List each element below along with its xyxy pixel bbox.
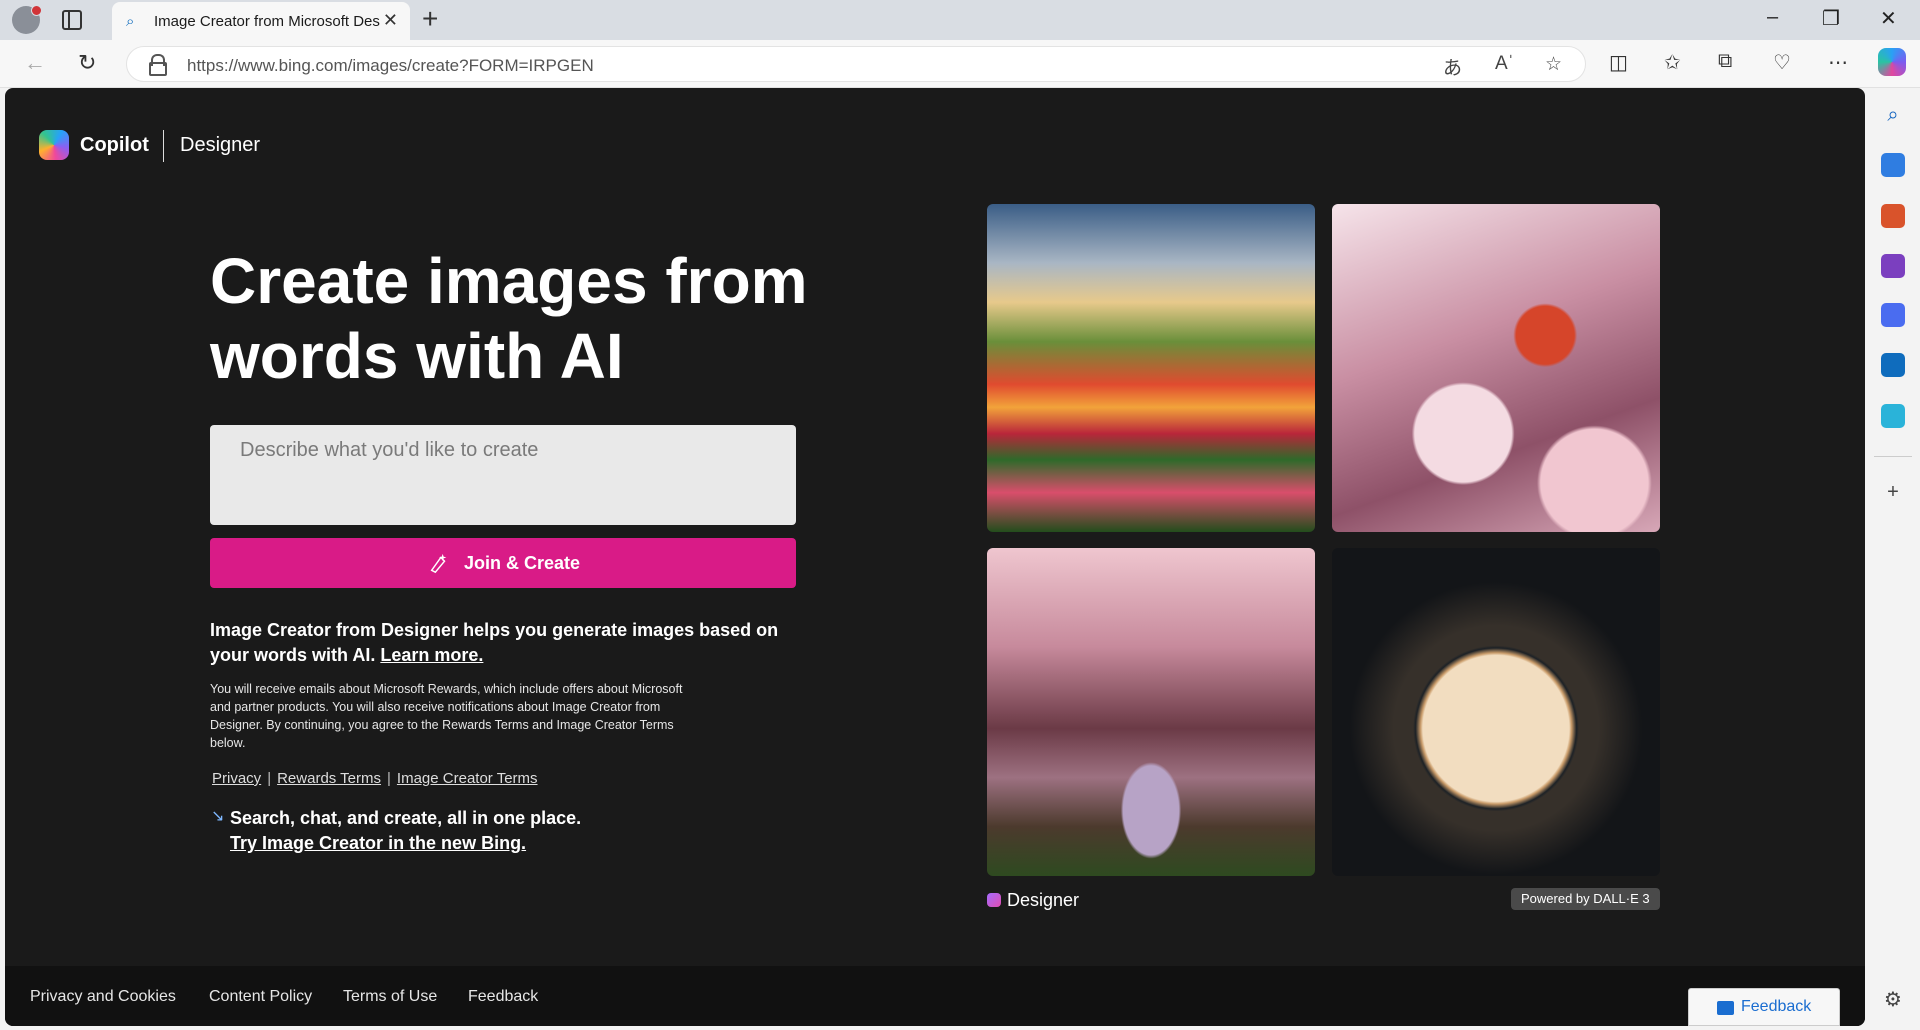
footer-terms-link[interactable]: Terms of Use [343,988,437,1006]
browser-tab[interactable]: ⌕ Image Creator from Microsoft Designer … [112,2,410,40]
close-window-icon[interactable]: ✕ [1880,6,1897,31]
refresh-icon[interactable]: ↻ [78,50,96,76]
feedback-icon [1717,1001,1734,1015]
page-content: Copilot Designer Create images from word… [5,88,1865,1026]
address-bar-row: ← ↻ https://www.bing.com/images/create?F… [0,40,1920,88]
brand-product: Designer [180,134,261,156]
translate-icon[interactable]: あ [1443,53,1462,80]
fine-print: You will receive emails about Microsoft … [210,682,683,750]
browser-essentials-icon[interactable]: ♡ [1773,50,1791,75]
arrow-icon: ↘ [211,808,225,825]
copilot-logo-icon [39,130,69,160]
games-icon[interactable] [1881,254,1905,278]
read-aloud-icon[interactable]: Aˈ [1495,53,1514,75]
back-icon[interactable]: ← [24,50,46,76]
search-icon[interactable]: ⌕ [1881,103,1905,127]
tab-close-icon[interactable]: ✕ [383,10,398,31]
split-screen-icon[interactable]: ◫ [1609,50,1628,75]
description: Image Creator from Designer helps you ge… [210,618,790,668]
description-text: Image Creator from Designer helps you ge… [210,620,779,665]
privacy-link[interactable]: Privacy [212,770,261,787]
brand-name: Copilot [80,134,149,156]
image-creator-terms-link[interactable]: Image Creator Terms [397,770,538,787]
prompt-input[interactable] [210,425,796,525]
microsoft-365-icon[interactable] [1881,303,1905,327]
footer-privacy-link[interactable]: Privacy and Cookies [30,988,176,1006]
hero-title: Create images from words with AI [210,245,808,392]
settings-gear-icon[interactable]: ⚙ [1881,988,1905,1012]
butterfly-blossom-image [1332,204,1660,532]
footer-feedback-link[interactable]: Feedback [468,988,538,1006]
join-create-label: Join & Create [464,553,581,573]
designer-label: Designer [1007,890,1080,910]
rewards-terms-link[interactable]: Rewards Terms [277,770,381,787]
cherry-blossom-river-image [987,548,1315,876]
favorite-star-icon[interactable]: ☆ [1545,53,1562,76]
url-text[interactable]: https://www.bing.com/images/create?FORM=… [187,56,594,76]
new-tab-icon[interactable]: + [422,4,438,34]
try-new-bing-link[interactable]: Try Image Creator in the new Bing. [230,833,526,854]
search-icon: ⌕ [126,13,135,30]
more-options-icon[interactable]: ⋯ [1828,50,1848,75]
profile-avatar-icon[interactable] [12,5,42,34]
legal-links: Privacy | Rewards Terms | Image Creator Term… [212,770,538,787]
designer-logo-icon [987,893,1001,907]
collections-icon[interactable]: ⧉ [1718,50,1732,73]
learn-more-link[interactable]: Learn more. [380,645,483,665]
footer-content-policy-link[interactable]: Content Policy [209,988,312,1006]
restore-icon[interactable]: ❐ [1822,6,1840,31]
shopping-icon[interactable] [1881,153,1905,177]
powered-by-badge: Powered by DALL·E 3 [1511,888,1660,910]
create-sparkle-icon [430,553,447,574]
feedback-button[interactable]: Feedback [1688,988,1840,1026]
drop-icon[interactable] [1881,404,1905,428]
promo-text: Search, chat, and create, all in one pla… [230,808,582,828]
favorites-icon[interactable]: ✩ [1664,50,1681,75]
join-create-button[interactable]: Join & Create [210,538,796,588]
brand-divider [163,130,164,162]
feedback-label: Feedback [1741,998,1812,1015]
minimize-icon[interactable]: – [1767,6,1778,29]
tools-icon[interactable] [1881,204,1905,228]
outlook-icon[interactable] [1881,353,1905,377]
footer: Privacy and Cookies Content Policy Terms… [5,966,1865,1026]
tulip-field-image [987,204,1315,532]
address-bar[interactable]: https://www.bing.com/images/create?FORM=… [126,46,1586,82]
lock-icon[interactable] [149,54,167,76]
copilot-icon[interactable] [1878,48,1906,76]
tab-title: Image Creator from Microsoft Designer [154,13,380,30]
edge-sidebar: ⌕ + ⚙ [1866,88,1920,1030]
tab-actions-icon[interactable] [62,10,82,30]
browser-tab-bar: ⌕ Image Creator from Microsoft Designer … [0,0,1920,40]
floral-moon-image [1332,548,1660,876]
sidebar-divider [1874,456,1912,457]
add-icon[interactable]: + [1881,480,1905,504]
